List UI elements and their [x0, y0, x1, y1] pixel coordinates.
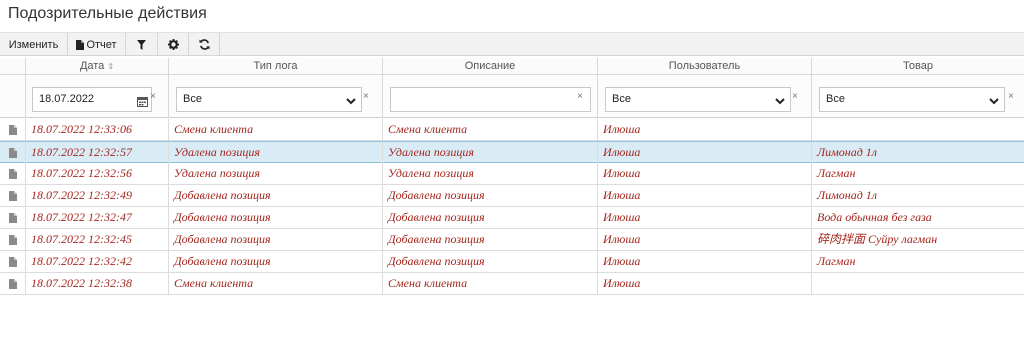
log-type-filter-select[interactable]: Все: [176, 87, 362, 112]
cell-product: Лагман: [817, 254, 856, 268]
page-title: Подозрительные действия: [8, 5, 207, 22]
table-row[interactable]: 18.07.2022 12:32:45 Добавлена позиция Доба…: [0, 229, 1024, 251]
cell-date: 18.07.2022 12:32:45: [26, 229, 169, 250]
filter-row: 18.07.2022 × Все × × Все × Все ×: [0, 75, 1024, 118]
header-icon-col: [0, 58, 26, 75]
row-document-icon[interactable]: [0, 251, 26, 272]
cell-product: [812, 119, 1024, 140]
cell-product: Лимонад 1л: [817, 188, 878, 202]
clear-description-filter-icon[interactable]: ×: [577, 91, 583, 102]
filter-icon: [137, 39, 146, 50]
cell-log-type: Добавлена позиция: [169, 207, 383, 228]
header-product[interactable]: Товар: [812, 58, 1024, 75]
table-row[interactable]: 18.07.2022 12:32:49 Добавлена позиция Доба…: [0, 185, 1024, 207]
cell-description: Смена клиента: [383, 273, 598, 294]
header-user[interactable]: Пользователь: [598, 58, 812, 75]
cell-date: 18.07.2022 12:32:42: [26, 251, 169, 272]
table-row[interactable]: 18.07.2022 12:32:47 Добавлена позиция Доба…: [0, 207, 1024, 229]
cell-description: Добавлена позиция: [383, 229, 598, 250]
cell-log-type: Смена клиента: [169, 119, 383, 140]
cell-description: Удалена позиция: [383, 142, 598, 163]
clear-product-filter-icon[interactable]: ×: [1008, 91, 1014, 102]
chevron-down-icon: [345, 93, 357, 105]
gear-icon: [167, 39, 179, 50]
cell-user: Илюша: [598, 163, 812, 184]
row-document-icon[interactable]: [0, 163, 26, 184]
table-row[interactable]: 18.07.2022 12:33:06 Смена клиента Смена кл…: [0, 119, 1024, 141]
cell-product: [812, 273, 1024, 294]
row-document-icon[interactable]: [0, 119, 26, 140]
cell-log-type: Добавлена позиция: [169, 229, 383, 250]
cell-date: 18.07.2022 12:32:57: [26, 142, 169, 163]
clear-log-type-filter-icon[interactable]: ×: [363, 91, 369, 102]
row-document-icon[interactable]: [0, 207, 26, 228]
clear-date-filter-icon[interactable]: ×: [150, 91, 156, 102]
table-row[interactable]: 18.07.2022 12:32:38 Смена клиента Смена кл…: [0, 273, 1024, 295]
header-date[interactable]: Дата ⇕: [26, 58, 169, 75]
row-document-icon[interactable]: [0, 142, 26, 163]
report-label: Отчет: [86, 38, 117, 51]
chevron-down-icon: [774, 93, 786, 105]
clear-user-filter-icon[interactable]: ×: [792, 91, 798, 102]
header-description[interactable]: Описание: [383, 58, 598, 75]
row-document-icon[interactable]: [0, 229, 26, 250]
cell-user: Илюша: [598, 119, 812, 140]
toolbar: Изменить Отчет: [0, 32, 1024, 56]
cell-log-type: Удалена позиция: [169, 163, 383, 184]
description-filter-input[interactable]: [390, 87, 591, 112]
cell-description: Смена клиента: [383, 119, 598, 140]
table-row[interactable]: 18.07.2022 12:32:42 Добавлена позиция Доба…: [0, 251, 1024, 273]
cell-date: 18.07.2022 12:32:49: [26, 185, 169, 206]
cell-log-type: Добавлена позиция: [169, 185, 383, 206]
edit-button[interactable]: Изменить: [0, 33, 68, 56]
sort-icon: ⇕: [107, 62, 115, 71]
chevron-down-icon: [988, 93, 1000, 105]
cell-date: 18.07.2022 12:32:38: [26, 273, 169, 294]
cell-product: Лимонад 1л: [817, 145, 878, 159]
report-button[interactable]: Отчет: [68, 33, 126, 56]
cell-date: 18.07.2022 12:32:47: [26, 207, 169, 228]
refresh-icon: [198, 39, 210, 50]
table-row[interactable]: 18.07.2022 12:32:56 Удалена позиция Удален…: [0, 163, 1024, 185]
cell-user: Илюша: [598, 251, 812, 272]
cell-date: 18.07.2022 12:32:56: [26, 163, 169, 184]
refresh-button[interactable]: [189, 33, 220, 56]
cell-description: Удалена позиция: [383, 163, 598, 184]
row-document-icon[interactable]: [0, 273, 26, 294]
cell-date: 18.07.2022 12:33:06: [26, 119, 169, 140]
cell-product: Лагман: [817, 166, 856, 180]
cell-user: Илюша: [598, 142, 812, 163]
file-icon: [76, 39, 85, 50]
cell-product: 碎肉拌面 Суйру лагман: [817, 232, 938, 246]
cell-log-type: Смена клиента: [169, 273, 383, 294]
date-filter-input[interactable]: 18.07.2022: [32, 87, 152, 112]
cell-user: Илюша: [598, 229, 812, 250]
cell-description: Добавлена позиция: [383, 251, 598, 272]
cell-description: Добавлена позиция: [383, 207, 598, 228]
product-filter-select[interactable]: Все: [819, 87, 1005, 112]
cell-product: Вода обычная без газа: [817, 210, 932, 224]
row-document-icon[interactable]: [0, 185, 26, 206]
filter-button[interactable]: [126, 33, 158, 56]
cell-user: Илюша: [598, 273, 812, 294]
cell-user: Илюша: [598, 185, 812, 206]
cell-log-type: Удалена позиция: [169, 142, 383, 163]
header-log-type[interactable]: Тип лога: [169, 58, 383, 75]
cell-user: Илюша: [598, 207, 812, 228]
settings-button[interactable]: [158, 33, 189, 56]
cell-description: Добавлена позиция: [383, 185, 598, 206]
user-filter-select[interactable]: Все: [605, 87, 791, 112]
cell-log-type: Добавлена позиция: [169, 251, 383, 272]
calendar-icon[interactable]: [137, 93, 148, 116]
table-row[interactable]: 18.07.2022 12:32:57 Удалена позиция Удален…: [0, 141, 1024, 163]
